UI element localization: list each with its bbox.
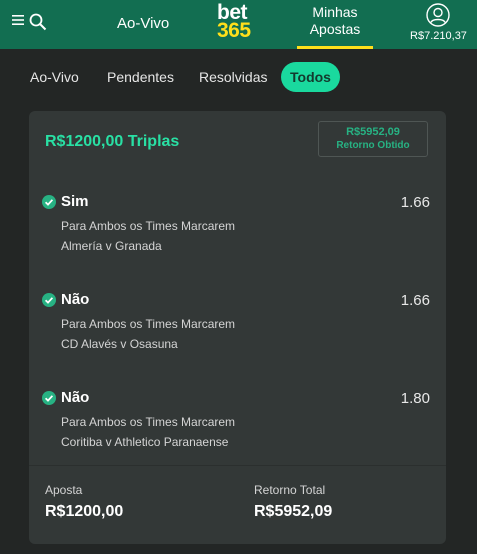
- selection-name: Sim: [61, 193, 89, 210]
- selection-event: CD Alavés v Osasuna: [61, 337, 178, 351]
- selection-item: Não 1.80 Para Ambos os Times Marcarem Co…: [29, 385, 446, 465]
- selection-odds: 1.80: [400, 390, 430, 407]
- tab-ao-vivo[interactable]: Ao-Vivo: [30, 69, 79, 85]
- selection-item: Sim 1.66 Para Ambos os Times Marcarem Al…: [29, 189, 446, 269]
- tab-pendentes[interactable]: Pendentes: [107, 69, 174, 85]
- selection-market: Para Ambos os Times Marcarem: [61, 317, 236, 331]
- return-obtained-box: R$5952,09 Retorno Obtido: [318, 121, 428, 157]
- user-icon[interactable]: [426, 3, 450, 27]
- selection-event: Coritiba v Athletico Paranaense: [61, 435, 229, 449]
- selection-event: Almería v Granada: [61, 239, 162, 253]
- bet-title: R$1200,00 Triplas: [45, 133, 180, 150]
- active-nav-underline: [297, 46, 373, 49]
- footer-divider: [29, 465, 446, 466]
- total-return-value: R$5952,09: [254, 503, 333, 520]
- my-bets-line1: Minhas: [312, 4, 358, 20]
- selection-odds: 1.66: [400, 292, 430, 309]
- selection-name: Não: [61, 291, 90, 308]
- nav-live[interactable]: Ao-Vivo: [117, 15, 169, 32]
- bet365-logo[interactable]: bet 365: [217, 2, 259, 42]
- tab-resolvidas[interactable]: Resolvidas: [199, 69, 267, 85]
- selection-market: Para Ambos os Times Marcarem: [61, 219, 236, 233]
- return-obtained-amount: R$5952,09: [346, 126, 400, 138]
- check-icon: [42, 195, 56, 209]
- account-balance[interactable]: R$7.210,37: [400, 30, 477, 42]
- search-icon[interactable]: [29, 13, 47, 31]
- return-obtained-label: Retorno Obtido: [336, 140, 410, 151]
- logo-365-text: 365: [217, 19, 251, 42]
- selection-odds: 1.66: [400, 194, 430, 211]
- top-header: Ao-Vivo bet 365 Minhas Apostas R$7.210,3…: [0, 0, 477, 49]
- stake-label: Aposta: [45, 483, 83, 497]
- my-bets-line2: Apostas: [309, 21, 361, 37]
- total-return-label: Retorno Total: [254, 483, 326, 497]
- check-icon: [42, 293, 56, 307]
- nav-my-bets[interactable]: Minhas Apostas: [293, 4, 377, 49]
- bet-card[interactable]: R$1200,00 Triplas R$5952,09 Retorno Obti…: [29, 111, 446, 544]
- bet-filter-tabs: Ao-Vivo Pendentes Resolvidas Todos: [0, 62, 477, 94]
- tab-todos[interactable]: Todos: [281, 62, 340, 92]
- selection-name: Não: [61, 389, 90, 406]
- menu-icon[interactable]: [12, 13, 26, 27]
- check-icon: [42, 391, 56, 405]
- selection-market: Para Ambos os Times Marcarem: [61, 415, 236, 429]
- stake-value: R$1200,00: [45, 503, 124, 520]
- selection-item: Não 1.66 Para Ambos os Times Marcarem CD…: [29, 287, 446, 367]
